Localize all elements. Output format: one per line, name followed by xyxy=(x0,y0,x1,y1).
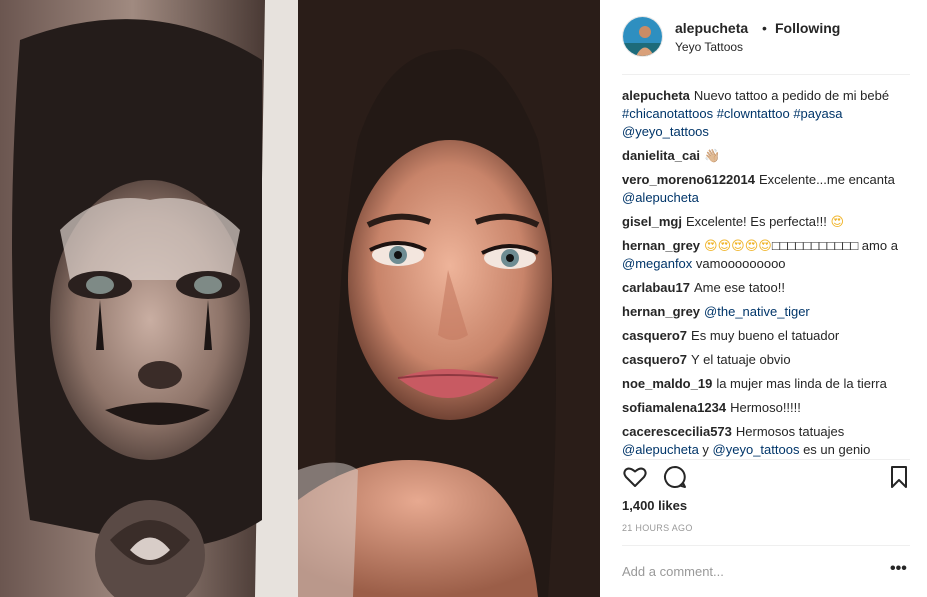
portrait-photo xyxy=(298,0,600,597)
comment-text: Nuevo tattoo a pedido de mi bebé xyxy=(693,88,890,103)
tattoo-photo xyxy=(0,0,298,597)
comment-item: alepucheta Nuevo tattoo a pedido de mi be… xyxy=(622,87,912,141)
comment-tag-link[interactable]: @alepucheta xyxy=(622,442,699,457)
username-link[interactable]: alepucheta xyxy=(675,20,748,36)
comment-text: Hermoso!!!!! xyxy=(730,400,801,415)
comment-username[interactable]: hernan_grey xyxy=(622,304,700,319)
comment-item: cacerescecilia573 Hermosos tatuajes @alep… xyxy=(622,423,912,457)
comment-username[interactable]: gisel_mgj xyxy=(622,214,682,229)
comment-username[interactable]: alepucheta xyxy=(622,88,690,103)
footer-divider xyxy=(622,545,910,546)
comment-item: gisel_mgj Excelente! Es perfecta!!! 😍 xyxy=(622,213,912,231)
separator-dot: • xyxy=(762,20,767,36)
comment-username[interactable]: vero_moreno6122014 xyxy=(622,172,755,187)
comment-text: Ame ese tatoo!! xyxy=(693,280,785,295)
bookmark-icon[interactable] xyxy=(886,464,912,490)
comment-text: vamooooooooo xyxy=(692,256,786,271)
comment-item: hernan_grey @the_native_tiger xyxy=(622,303,912,321)
add-comment-input[interactable] xyxy=(622,560,882,582)
comment-text: y xyxy=(698,442,713,457)
speech-bubble-icon[interactable] xyxy=(662,464,688,490)
comment-text: la mujer mas linda de la tierra xyxy=(716,376,887,391)
heart-outline-icon[interactable] xyxy=(622,464,648,490)
comment-item: casquero7 Es muy bueno el tatuador xyxy=(622,327,912,345)
comment-emoji: 😍😍😍😍😍 xyxy=(704,238,772,253)
comment-item: vero_moreno6122014 Excelente...me encanta… xyxy=(622,171,912,207)
comment-text: □□□□□□□□□□□ amo a xyxy=(771,238,898,253)
comment-tag-link[interactable]: @yeyo_tattoos xyxy=(622,124,709,139)
comment-tag-link[interactable]: @yeyo_tattoos xyxy=(713,442,800,457)
comment-emoji: 😍 xyxy=(830,214,845,229)
comment-item: casquero7 Y el tatuaje obvio xyxy=(622,351,912,369)
comment-text: es un genio xyxy=(799,442,871,457)
comment-text: Hermosos tatuajes xyxy=(735,424,845,439)
comment-item: hernan_grey 😍😍😍😍😍□□□□□□□□□□□ amo a @megan… xyxy=(622,237,912,273)
post-header: alepucheta • Following Yeyo Tattoos xyxy=(622,16,912,58)
comment-emoji: 👋🏼 xyxy=(704,148,721,163)
comment-username[interactable]: noe_maldo_19 xyxy=(622,376,712,391)
comment-text: Excelente...me encanta xyxy=(758,172,895,187)
post-sidebar: alepucheta • Following Yeyo Tattoos alep… xyxy=(600,0,927,597)
post-image[interactable] xyxy=(0,0,600,597)
avatar[interactable] xyxy=(622,16,663,57)
comments-list[interactable]: alepucheta Nuevo tattoo a pedido de mi be… xyxy=(622,87,912,457)
ellipsis-icon[interactable]: ••• xyxy=(890,561,910,579)
comment-item: carlabau17 Ame ese tatoo!! xyxy=(622,279,912,297)
comment-tag-link[interactable]: #clowntattoo xyxy=(717,106,790,121)
comment-text: Es muy bueno el tatuador xyxy=(691,328,840,343)
comment-username[interactable]: hernan_grey xyxy=(622,238,700,253)
comment-tag-link[interactable]: @the_native_tiger xyxy=(704,304,810,319)
comment-item: sofiamalena1234 Hermoso!!!!! xyxy=(622,399,912,417)
comment-username[interactable]: danielita_cai xyxy=(622,148,700,163)
comment-tag-link[interactable]: #payasa xyxy=(793,106,842,121)
comment-item: noe_maldo_19 la mujer mas linda de la tie… xyxy=(622,375,912,393)
following-button[interactable]: Following xyxy=(775,20,840,36)
header-divider xyxy=(622,74,910,75)
location-link[interactable]: Yeyo Tattoos xyxy=(675,40,743,54)
likes-count[interactable]: 1,400 likes xyxy=(622,498,687,513)
comment-text: Excelente! Es perfecta!!! xyxy=(685,214,831,229)
post-timestamp[interactable]: 21 HOURS AGO xyxy=(622,523,693,533)
comment-text: Y el tatuaje obvio xyxy=(691,352,791,367)
comment-tag-link[interactable]: @alepucheta xyxy=(622,190,699,205)
comment-username[interactable]: sofiamalena1234 xyxy=(622,400,726,415)
action-bar xyxy=(622,464,912,490)
comment-username[interactable]: cacerescecilia573 xyxy=(622,424,732,439)
comments-divider xyxy=(622,459,910,460)
comment-tag-link[interactable]: @meganfox xyxy=(622,256,692,271)
comment-username[interactable]: carlabau17 xyxy=(622,280,690,295)
comment-username[interactable]: casquero7 xyxy=(622,328,687,343)
comment-tag-link[interactable]: #chicanotattoos xyxy=(622,106,713,121)
comment-username[interactable]: casquero7 xyxy=(622,352,687,367)
comment-item: danielita_cai 👋🏼 xyxy=(622,147,912,165)
